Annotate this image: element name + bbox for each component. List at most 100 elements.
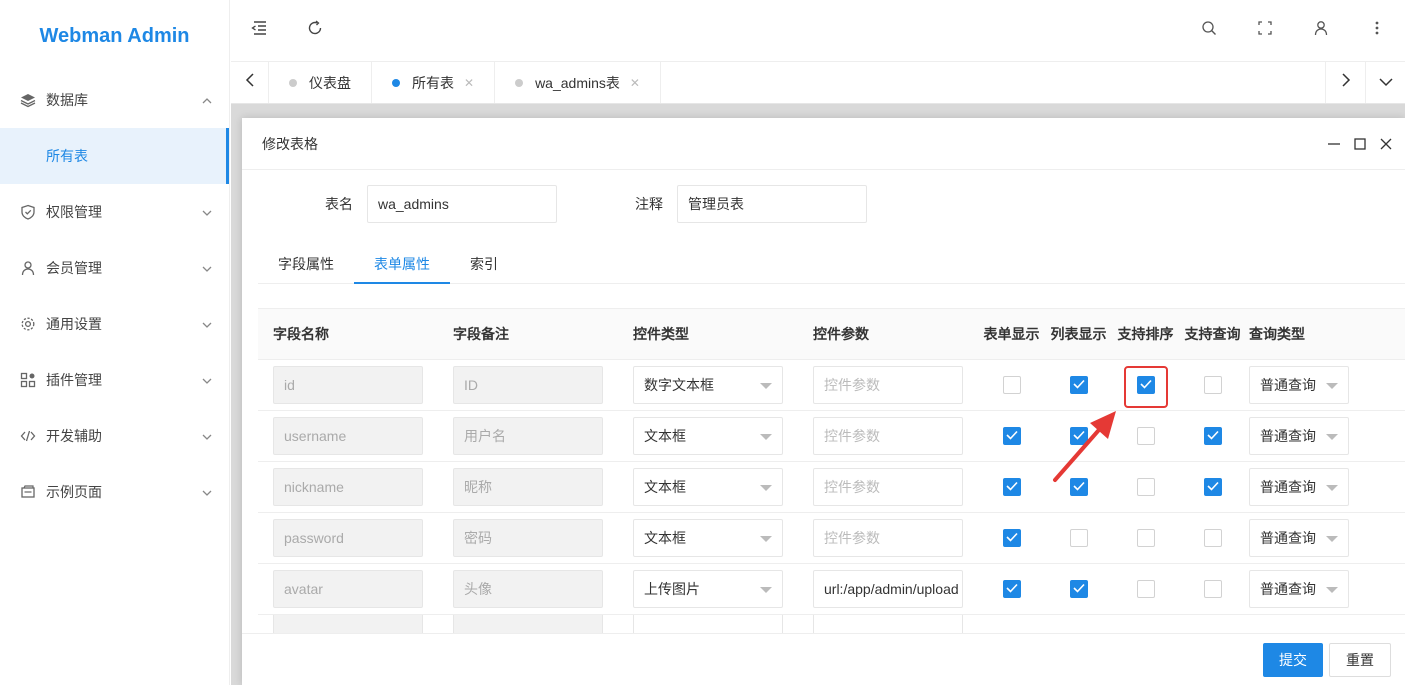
tab-label: wa_admins表 [535,74,620,91]
form-display-checkbox[interactable] [1002,376,1021,394]
form-display-checkbox[interactable] [1002,580,1021,598]
minimize-icon[interactable] [1325,135,1343,153]
control-type-select[interactable]: 文本框 [633,468,783,506]
list-display-cell [1045,376,1112,394]
column-header: 支持排序 [1117,326,1174,342]
control-param-input[interactable]: 控件参数 [813,417,963,455]
list-display-checkbox[interactable] [1069,529,1088,547]
control-param-input[interactable]: 控件参数 [813,519,963,557]
query-type-select[interactable]: 普通查询 [1249,468,1349,506]
sortable-checkbox[interactable] [1136,427,1155,445]
refresh-button[interactable] [287,0,343,62]
form-display-checkbox[interactable] [1002,427,1021,445]
field-name-cell: id [258,366,438,404]
tabs-dropdown-button[interactable] [1365,62,1405,103]
sidebar-item-dev-tools[interactable]: 开发辅助 [0,408,229,464]
control-param-input[interactable] [798,615,978,635]
fullscreen-button[interactable] [1237,0,1293,62]
query-type-select[interactable]: 普通查询 [1249,417,1349,455]
reset-button[interactable]: 重置 [1329,642,1391,677]
control-type-select[interactable] [618,615,798,635]
comment-row: 注释 管理员表 [557,185,867,223]
query-type-select[interactable]: 普通查询 [1249,366,1349,404]
form-display-cell [978,478,1045,496]
tab-field-attributes[interactable]: 字段属性 [258,244,354,283]
search-button[interactable] [1181,0,1237,62]
tab-indexes[interactable]: 索引 [450,244,518,283]
fullscreen-icon [1258,21,1272,40]
control-param-cell: 控件参数 [798,519,978,557]
list-display-checkbox[interactable] [1069,376,1088,394]
sidebar-item-label: 数据库 [46,92,88,108]
searchable-checkbox[interactable] [1203,580,1222,598]
field-name-input: username [273,417,423,455]
table-row: username 用户名 文本框 控件参数 普通查询 [258,411,1405,462]
comment-input[interactable]: 管理员表 [677,185,867,223]
sortable-checkbox[interactable] [1136,478,1155,496]
sidebar-item-label: 会员管理 [46,260,102,276]
control-param-cell: 控件参数 [798,366,978,404]
submit-button[interactable]: 提交 [1263,642,1323,677]
close-icon[interactable]: ✕ [630,76,640,90]
list-display-checkbox[interactable] [1069,580,1088,598]
caret-down-icon [760,434,772,440]
select-value: 普通查询 [1260,530,1316,546]
tab-dashboard[interactable]: 仪表盘 [269,62,372,103]
sidebar-item-members[interactable]: 会员管理 [0,240,229,296]
control-type-select[interactable]: 数字文本框 [633,366,783,404]
maximize-icon[interactable] [1351,135,1369,153]
tab-status-dot [289,78,297,87]
tabs-scroll-right-button[interactable] [1325,62,1365,103]
searchable-checkbox[interactable] [1203,427,1222,445]
field-comment-input: 昵称 [453,468,603,506]
form-display-checkbox[interactable] [1002,478,1021,496]
column-header: 列表显示 [1050,326,1107,342]
field-comment-cell: 密码 [438,519,618,557]
check-icon [1206,427,1219,445]
field-comment-cell: 头像 [438,570,618,608]
close-icon[interactable] [1377,135,1395,153]
menu-collapse-button[interactable] [231,0,287,62]
check-icon [1072,376,1085,394]
sortable-checkbox[interactable] [1136,580,1155,598]
user-button[interactable] [1293,0,1349,62]
sortable-checkbox[interactable] [1136,529,1155,547]
more-button[interactable] [1349,0,1405,62]
sidebar-item-database[interactable]: 数据库 [0,72,229,128]
dialog-window-controls [1325,135,1405,153]
sidebar-item-plugins[interactable]: 插件管理 [0,352,229,408]
query-type-select[interactable]: 普通查询 [1249,519,1349,557]
searchable-checkbox[interactable] [1203,376,1222,394]
searchable-checkbox[interactable] [1203,478,1222,496]
field-name-cell: nickname [258,468,438,506]
caret-down-icon [760,587,772,593]
sidebar-item-settings[interactable]: 通用设置 [0,296,229,352]
close-icon[interactable]: ✕ [464,76,474,90]
select-value: 文本框 [644,428,686,444]
tab-wa-admins[interactable]: wa_admins表 ✕ [495,62,661,103]
sidebar-item-examples[interactable]: 示例页面 [0,464,229,520]
control-param-input[interactable]: 控件参数 [813,366,963,404]
sidebar-item-all-tables[interactable]: 所有表 [0,128,229,184]
sidebar-item-label: 示例页面 [46,484,102,500]
control-type-select[interactable]: 文本框 [633,519,783,557]
caret-down-icon [1326,536,1338,542]
select-value: 普通查询 [1260,428,1316,444]
control-param-input[interactable]: 控件参数 [813,468,963,506]
control-param-input[interactable]: url:/app/admin/upload [813,570,963,608]
tabs-scroll-left-button[interactable] [231,62,269,103]
control-type-select[interactable]: 文本框 [633,417,783,455]
tab-form-attributes[interactable]: 表单属性 [354,244,450,284]
sidebar-item-permissions[interactable]: 权限管理 [0,184,229,240]
select-value: 数字文本框 [644,377,714,393]
check-icon [1005,427,1018,445]
brand-logo[interactable]: Webman Admin [0,0,229,72]
select-value: 文本框 [644,479,686,495]
tab-status-dot [515,78,524,87]
searchable-checkbox[interactable] [1203,529,1222,547]
control-type-select[interactable]: 上传图片 [633,570,783,608]
tab-all-tables[interactable]: 所有表 ✕ [372,62,496,103]
form-display-checkbox[interactable] [1002,529,1021,547]
table-name-input[interactable]: wa_admins [367,185,557,223]
query-type-select[interactable]: 普通查询 [1249,570,1349,608]
